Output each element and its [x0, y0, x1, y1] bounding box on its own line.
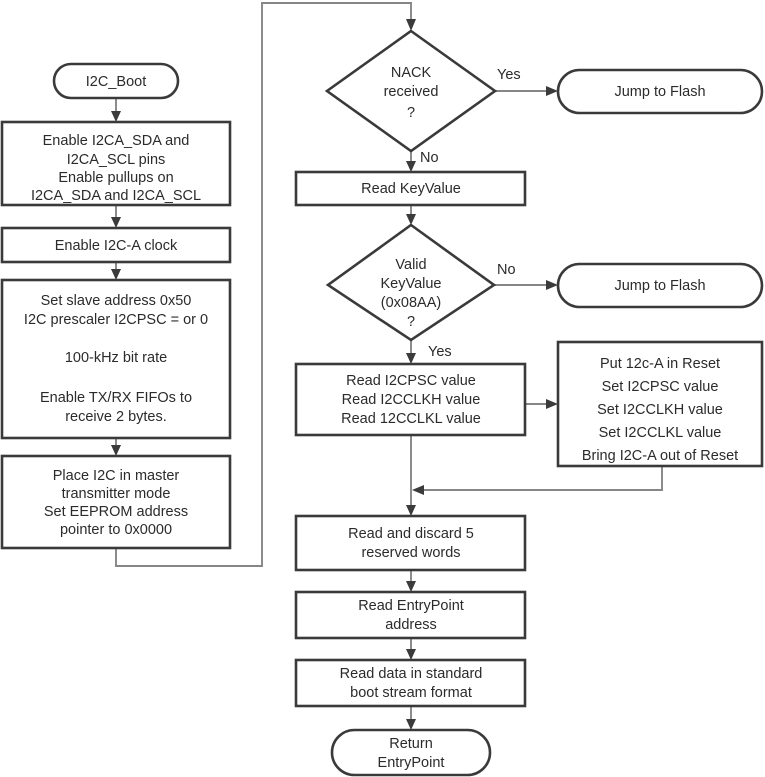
node-nack-line-1: received	[384, 84, 439, 100]
arrowhead-icon	[546, 280, 558, 290]
node-set-slave-line-3: 100-kHz bit rate	[65, 350, 167, 366]
node-valid-key-line-0: Valid	[395, 257, 426, 273]
node-valid-key-decision[interactable]: Valid KeyValue (0x08AA) ?	[325, 223, 497, 342]
node-nack-line-0: NACK	[391, 65, 432, 81]
node-read-regs-line-0: Read I2CPSC value	[346, 373, 476, 389]
node-master-mode-line-0: Place I2C in master	[53, 468, 180, 484]
node-read-entrypoint[interactable]: Read EntryPoint address	[294, 590, 527, 640]
node-enable-clock[interactable]: Enable I2C-A clock	[0, 226, 232, 264]
node-valid-key-line-3: ?	[407, 314, 415, 330]
node-set-regs-line-1: Set I2CPSC value	[602, 379, 719, 395]
node-enable-pins-line-2: Enable pullups on	[58, 170, 173, 186]
arrowhead-icon	[406, 353, 416, 364]
node-jump-flash-nack[interactable]: Jump to Flash	[556, 68, 764, 115]
node-read-bootstream-line-1: boot stream format	[350, 685, 472, 701]
arrowhead-icon	[546, 86, 558, 96]
node-read-keyvalue[interactable]: Read KeyValue	[294, 170, 527, 207]
process-shape	[294, 514, 527, 572]
node-enable-pins-line-3: I2CA_SDA and I2CA_SCL	[31, 188, 201, 204]
arrowhead-icon	[111, 111, 121, 122]
node-read-entrypoint-line-1: address	[385, 617, 437, 633]
node-read-i2c-regs[interactable]: Read I2CPSC value Read I2CCLKH value Rea…	[294, 362, 527, 437]
arrowhead-icon	[406, 505, 416, 516]
node-read-bootstream[interactable]: Read data in standard boot stream format	[294, 658, 527, 708]
edge-label-key-yes: Yes	[428, 344, 452, 360]
node-set-slave-line-5: Enable TX/RX FIFOs to	[40, 390, 192, 406]
node-master-mode-line-2: Set EEPROM address	[44, 504, 188, 520]
node-set-regs-line-0: Put 12c-A in Reset	[600, 356, 720, 372]
node-discard-line-0: Read and discard 5	[348, 526, 474, 542]
node-set-slave-line-1: I2C prescaler I2CPSC = or 0	[24, 312, 208, 328]
arrowhead-icon	[111, 217, 121, 228]
node-set-regs-line-3: Set I2CCLKL value	[599, 425, 722, 441]
node-read-keyvalue-line-0: Read KeyValue	[361, 181, 461, 197]
node-jump-flash-key[interactable]: Jump to Flash	[556, 262, 764, 309]
arrowhead-icon	[406, 161, 416, 172]
node-valid-key-line-1: KeyValue	[381, 276, 442, 292]
arrowhead-icon	[111, 445, 121, 456]
node-end-line-0: Return	[389, 736, 433, 752]
edge-set-regs-to-merge	[419, 466, 663, 491]
node-set-regs-line-4: Bring I2C-A out of Reset	[582, 448, 738, 464]
arrowhead-icon	[406, 719, 416, 730]
node-nack-line-2: ?	[407, 105, 415, 121]
node-read-regs-line-2: Read 12CCLKL value	[341, 411, 481, 427]
node-set-slave-line-0: Set slave address 0x50	[41, 293, 192, 309]
arrowhead-icon	[111, 269, 121, 280]
edge-label-key-no: No	[497, 262, 516, 278]
arrowhead-icon	[412, 485, 424, 495]
node-master-mode[interactable]: Place I2C in master transmitter mode Set…	[0, 454, 232, 550]
node-discard-line-1: reserved words	[361, 545, 460, 561]
node-master-mode-line-1: transmitter mode	[62, 486, 171, 502]
node-set-slave-line-6: receive 2 bytes.	[65, 409, 167, 425]
node-nack-decision[interactable]: NACK received ?	[324, 29, 498, 153]
node-start[interactable]: I2C_Boot	[52, 62, 180, 100]
edge-label-nack-no: No	[420, 150, 439, 166]
node-valid-key-line-2: (0x08AA)	[381, 295, 441, 311]
node-start-line-0: I2C_Boot	[86, 74, 146, 90]
node-end-line-1: EntryPoint	[378, 755, 445, 771]
node-read-regs-line-1: Read I2CCLKH value	[342, 392, 481, 408]
node-jump-flash-nack-line-0: Jump to Flash	[614, 84, 705, 100]
node-set-slave[interactable]: Set slave address 0x50 I2C prescaler I2C…	[0, 278, 232, 440]
node-read-bootstream-line-0: Read data in standard	[340, 666, 483, 682]
node-jump-flash-key-line-0: Jump to Flash	[614, 278, 705, 294]
arrowhead-icon	[406, 649, 416, 660]
edge-label-nack-yes: Yes	[497, 67, 521, 83]
node-discard-words[interactable]: Read and discard 5 reserved words	[294, 514, 527, 572]
node-set-i2c-regs[interactable]: Put 12c-A in Reset Set I2CPSC value Set …	[556, 340, 764, 468]
arrowhead-icon	[406, 214, 416, 225]
node-enable-pins-line-0: Enable I2CA_SDA and	[43, 133, 190, 149]
node-end[interactable]: Return EntryPoint	[330, 728, 492, 777]
arrowhead-icon	[546, 399, 558, 409]
node-read-entrypoint-line-0: Read EntryPoint	[358, 598, 464, 614]
i2c-boot-flowchart: Yes No No Yes I2C_Boot Enable I2CA_SDA a…	[0, 2, 764, 777]
node-enable-clock-line-0: Enable I2C-A clock	[55, 238, 178, 254]
arrowhead-icon	[406, 19, 416, 31]
arrowhead-icon	[406, 581, 416, 592]
node-enable-pins[interactable]: Enable I2CA_SDA and I2CA_SCL pins Enable…	[0, 120, 232, 207]
node-master-mode-line-3: pointer to 0x0000	[60, 522, 172, 538]
node-enable-pins-line-1: I2CA_SCL pins	[67, 152, 166, 168]
node-set-regs-line-2: Set I2CCLKH value	[597, 402, 723, 418]
